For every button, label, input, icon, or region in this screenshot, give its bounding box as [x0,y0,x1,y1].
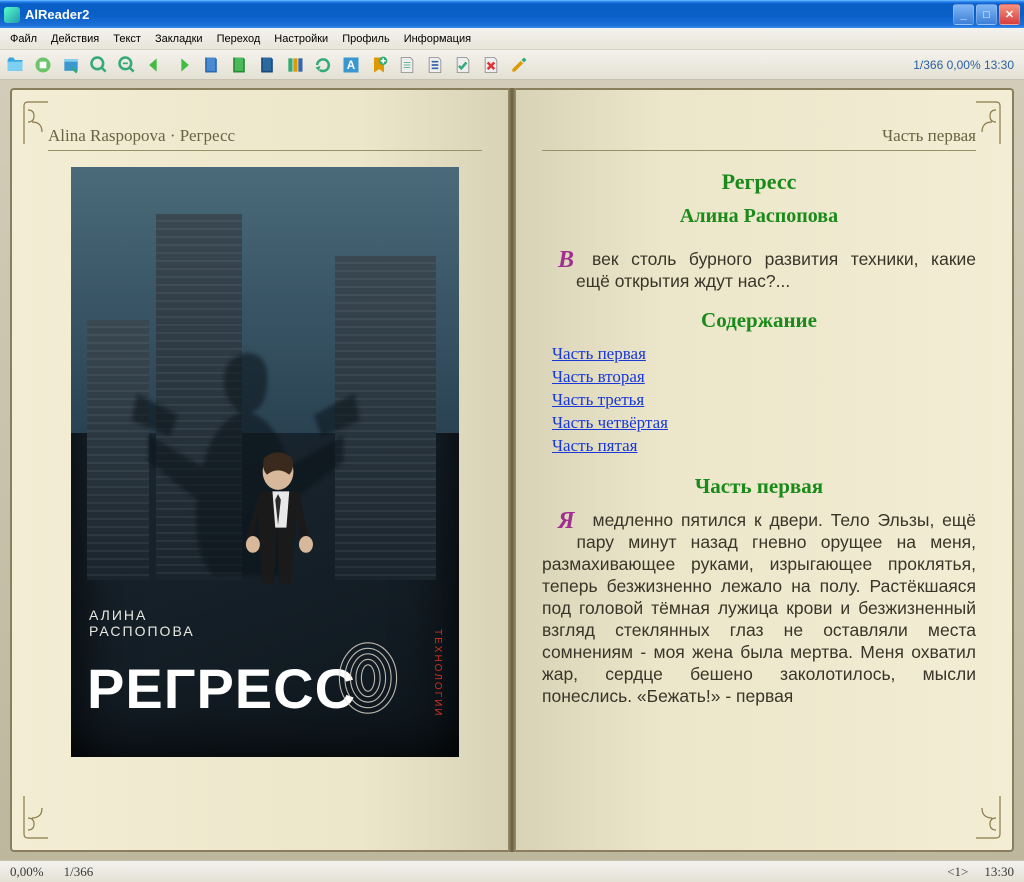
fingerprint-icon [335,639,401,717]
recent-icon[interactable] [60,54,82,76]
drop-cap: В [542,248,574,272]
book-author: Алина Распопова [542,205,976,228]
drop-cap: Я [542,509,575,533]
toc-link[interactable]: Часть первая [552,343,976,366]
books-icon[interactable] [284,54,306,76]
menu-settings[interactable]: Настройки [267,30,335,48]
cover-side-text: ТЕХНОЛОГИИ [432,629,443,717]
maximize-button[interactable]: □ [976,4,997,25]
rotate-icon[interactable] [312,54,334,76]
window-titlebar: AlReader2 _ □ ✕ [0,0,1024,28]
zoom-out-icon[interactable] [116,54,138,76]
book-cover: АЛИНА РАСПОПОВА РЕГРЕСС ТЕХНОЛОГИИ [71,167,459,757]
chapter-paragraph: Я медленно пятился к двери. Тело Эльзы, … [542,509,976,707]
toc-link[interactable]: Часть пятая [552,435,976,458]
status-clock: 13:30 [984,864,1014,880]
cover-author: АЛИНА РАСПОПОВА [89,607,195,639]
close-button[interactable]: ✕ [999,4,1020,25]
window-controls: _ □ ✕ [953,4,1020,25]
menu-info[interactable]: Информация [397,30,478,48]
zoom-in-icon[interactable] [88,54,110,76]
menu-file[interactable]: Файл [3,30,44,48]
status-battery: <1> [947,864,968,880]
menu-bookmarks[interactable]: Закладки [148,30,210,48]
table-of-contents: Часть первая Часть вторая Часть третья Ч… [542,343,976,458]
open-file-icon[interactable] [4,54,26,76]
font-icon[interactable]: A [340,54,362,76]
app-icon [4,7,20,23]
toc-link[interactable]: Часть третья [552,389,976,412]
book-green-icon[interactable] [228,54,250,76]
page-delete-icon[interactable] [480,54,502,76]
menu-text[interactable]: Текст [106,30,148,48]
menu-bar: Файл Действия Текст Закладки Переход Нас… [0,28,1024,50]
toolbar-status: 1/366 0,00% 13:30 [913,58,1020,72]
bookmark-add-icon[interactable] [368,54,390,76]
menu-goto[interactable]: Переход [210,30,268,48]
svg-text:A: A [347,59,356,72]
page-check-icon[interactable] [452,54,474,76]
page-icon[interactable] [396,54,418,76]
book-spine [508,88,516,852]
forward-icon[interactable] [172,54,194,76]
status-bar: 0,00% 1/366 <1> 13:30 [0,860,1024,882]
toc-link[interactable]: Часть четвёртая [552,412,976,435]
toolbar: A 1/366 0,00% 13:30 [0,50,1024,80]
status-pages: 1/366 [64,864,94,880]
toc-link[interactable]: Часть вторая [552,366,976,389]
edit-icon[interactable] [508,54,530,76]
page-list-icon[interactable] [424,54,446,76]
book-dark-icon[interactable] [256,54,278,76]
ornament-icon [18,96,52,148]
menu-actions[interactable]: Действия [44,30,106,48]
menu-profile[interactable]: Профиль [335,30,397,48]
right-page-header: Часть первая [542,104,976,151]
left-page-header: Alina Raspopova · Регресс [48,104,482,151]
minimize-button[interactable]: _ [953,4,974,25]
chapter-text: медленно пятился к двери. Тело Эльзы, ещ… [542,510,976,706]
toc-heading: Содержание [542,308,976,333]
book-title: Регресс [542,169,976,195]
library-icon[interactable] [32,54,54,76]
reading-area[interactable]: Alina Raspopova · Регресс АЛИНА РАСПОПОВ [0,80,1024,860]
ornament-icon [972,792,1006,844]
back-icon[interactable] [144,54,166,76]
book-blue-icon[interactable] [200,54,222,76]
chapter-heading: Часть первая [542,474,976,499]
intro-text: век столь бурного развития техники, каки… [576,249,976,291]
ornament-icon [972,96,1006,148]
right-page: Часть первая Регресс Алина Распопова В в… [516,88,1014,852]
cover-title: РЕГРЕСС [87,656,356,721]
ornament-icon [18,792,52,844]
status-percent: 0,00% [10,864,44,880]
window-title: AlReader2 [25,7,953,22]
intro-paragraph: В век столь бурного развития техники, ка… [542,248,976,292]
left-page: Alina Raspopova · Регресс АЛИНА РАСПОПОВ [10,88,508,852]
